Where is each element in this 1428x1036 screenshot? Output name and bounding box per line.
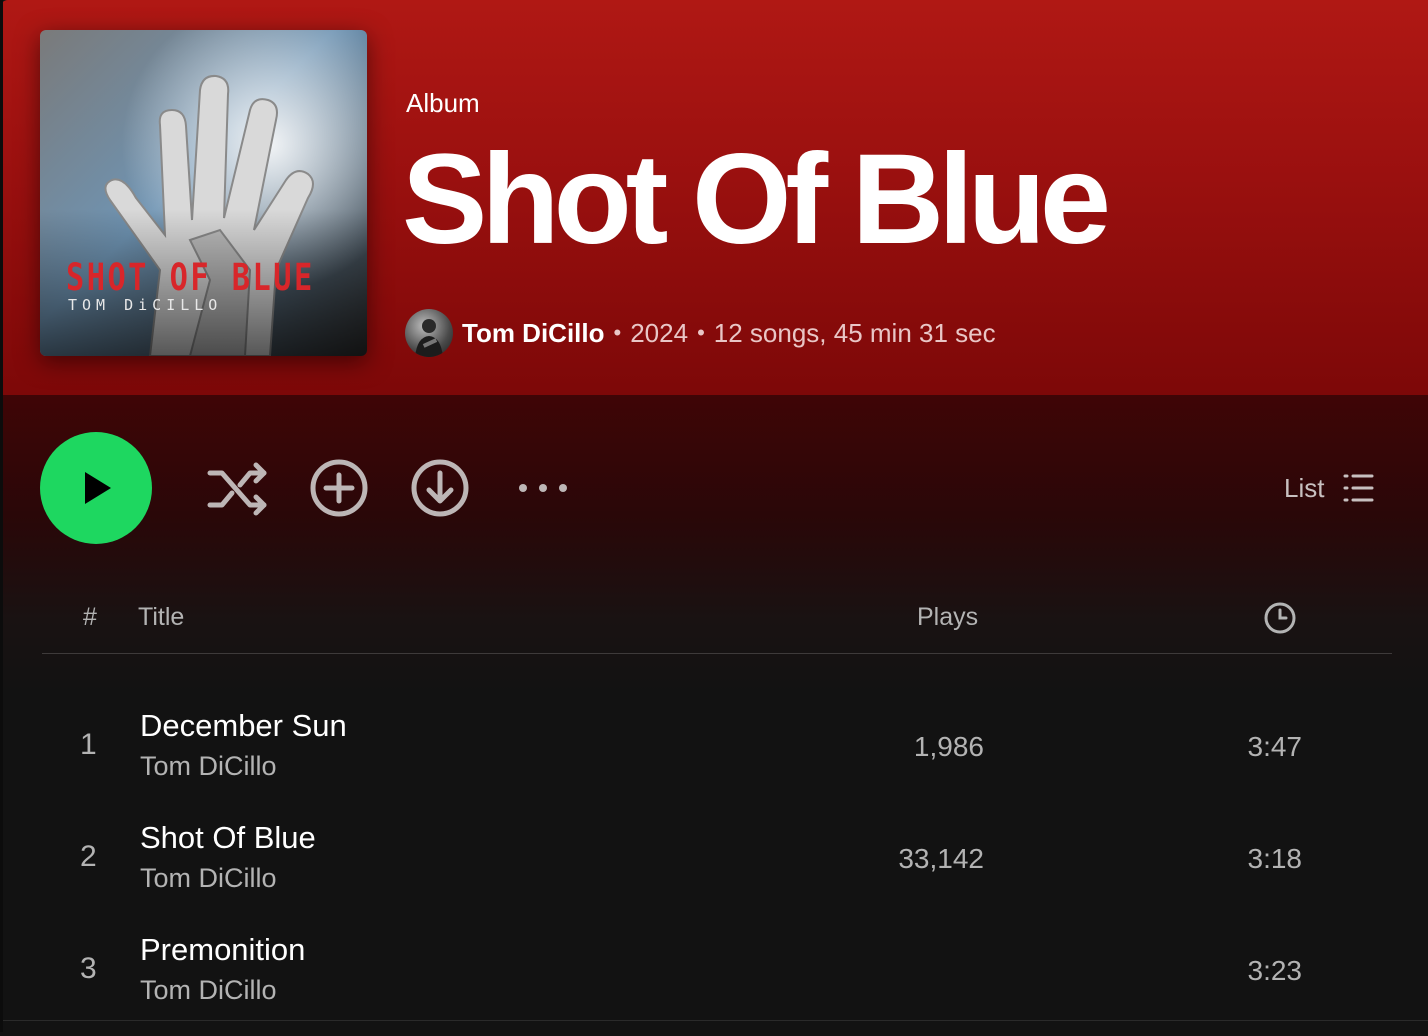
column-header-title: Title [138,603,185,631]
header-gradient [0,395,1428,695]
album-type-label: Album [406,88,480,118]
track-plays: 1,986 [913,731,984,762]
track-artist[interactable]: Tom DiCillo [140,863,277,894]
album-year: 2024 [630,317,689,348]
track-plays: 33,142 [898,843,984,874]
album-title: Shot Of Blue [402,128,1111,271]
album-meta: Tom DiCillo • 2024 • 12 songs, 45 min 31… [405,309,996,357]
track-artist[interactable]: Tom DiCillo [140,751,277,782]
track-duration: 3:23 [1247,955,1303,986]
album-cover[interactable]: SHOT OF BLUE TOM DiCILLO [40,30,367,356]
shuffle-icon [207,462,267,516]
clock-icon [1264,602,1296,634]
track-row[interactable]: 2 Shot Of Blue Tom DiCillo 33,142 3:18 [42,812,1392,924]
column-header-number: # [83,603,97,631]
track-duration: 3:47 [1247,731,1303,762]
more-options-button[interactable] [512,474,572,502]
artist-avatar[interactable] [405,309,453,357]
bottom-divider [0,1020,1428,1021]
more-icon [519,484,567,492]
track-artist[interactable]: Tom DiCillo [140,975,277,1006]
track-number: 2 [80,840,97,873]
track-number: 1 [80,728,97,761]
list-view-icon [1343,474,1374,502]
add-circle-icon [310,459,368,517]
column-header-plays: Plays [917,603,979,631]
download-button[interactable] [410,458,470,518]
view-toggle-label: List [1284,472,1325,503]
track-duration: 3:18 [1247,843,1303,874]
track-row[interactable]: 1 December Sun Tom DiCillo 1,986 3:47 [42,700,1392,812]
artist-name-link[interactable]: Tom DiCillo [462,318,605,349]
play-button[interactable] [40,432,152,544]
track-title[interactable]: Premonition [140,932,305,968]
track-title[interactable]: Shot Of Blue [140,820,316,856]
table-header-divider [42,653,1392,654]
view-toggle[interactable]: List [1284,468,1374,508]
track-number: 3 [80,952,97,985]
cover-artist-text: TOM DiCILLO [68,296,223,314]
add-to-library-button[interactable] [309,458,369,518]
shuffle-button[interactable] [204,459,272,519]
meta-separator: • [697,320,705,345]
window-edge [0,0,3,1032]
column-header-duration [1263,601,1297,642]
play-icon [85,472,111,504]
album-summary: 12 songs, 45 min 31 sec [713,317,996,348]
download-icon [411,459,469,517]
meta-separator: • [613,320,622,345]
artist-avatar-image [415,319,443,357]
track-title[interactable]: December Sun [140,708,347,744]
cover-title-text: SHOT OF BLUE [66,256,315,299]
